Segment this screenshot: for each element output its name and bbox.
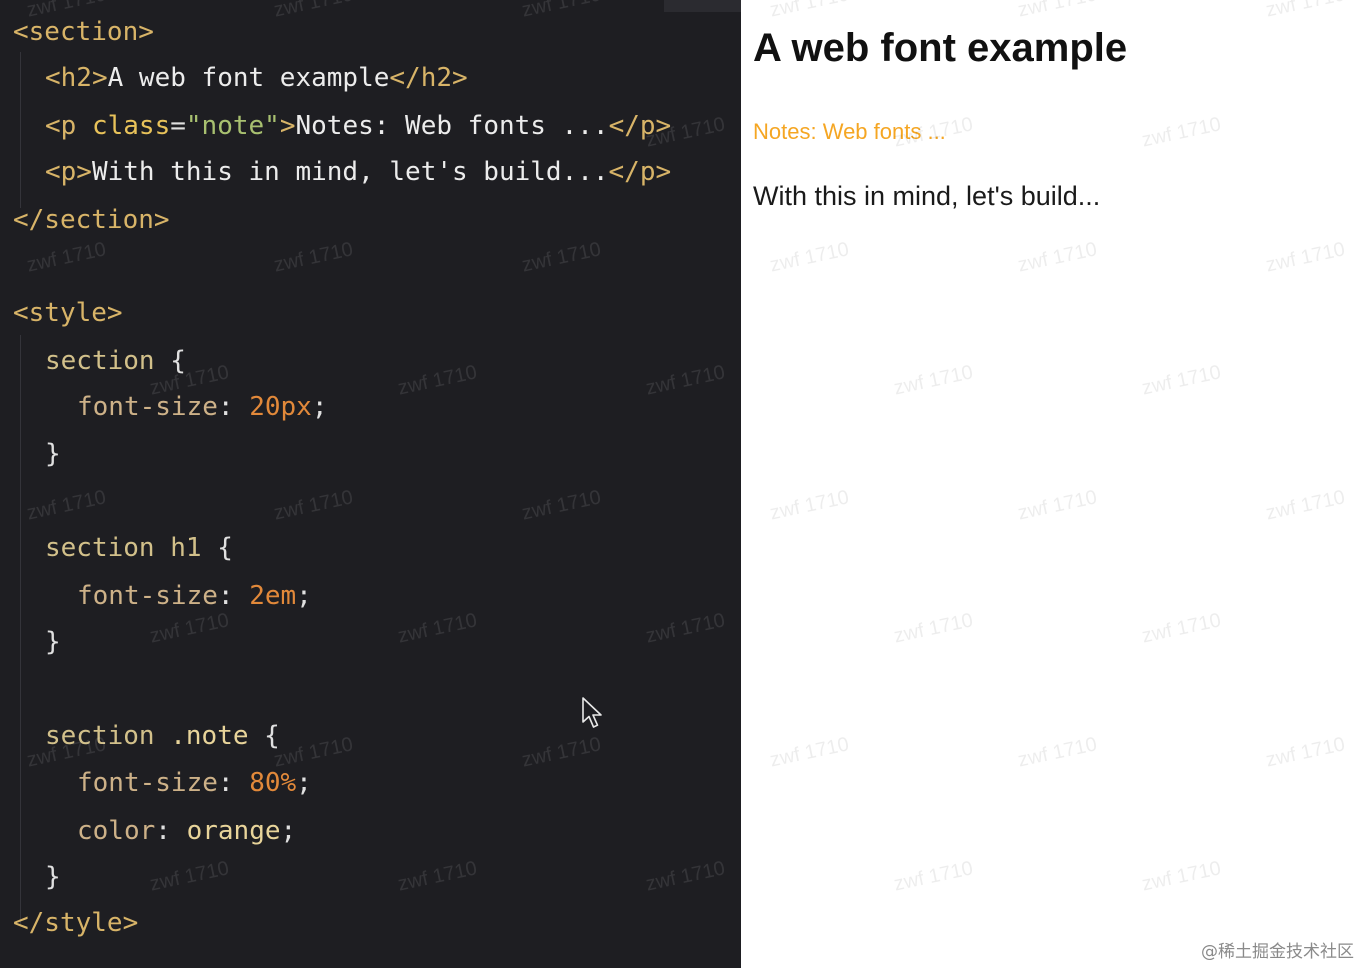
code-line[interactable]: font-size: 80%;	[13, 767, 312, 799]
preview-heading: A web font example	[753, 26, 1128, 70]
code-line[interactable]: section h1 {	[13, 532, 233, 564]
code-token: 80%	[249, 768, 297, 798]
code-token: }	[45, 862, 61, 892]
code-editor[interactable]: <section> <h2>A web font example</h2> <p…	[0, 0, 741, 968]
code-token: }	[45, 439, 61, 469]
code-token: {	[217, 533, 233, 563]
code-line[interactable]: <p class="note">Notes: Web fonts ...</p>	[13, 110, 671, 142]
code-token: :	[155, 816, 187, 846]
code-token: ;	[296, 581, 312, 611]
code-token: {	[170, 346, 186, 376]
code-token: </style>	[13, 908, 139, 938]
code-token: <section>	[13, 17, 154, 47]
code-token: .note	[170, 721, 249, 751]
code-line[interactable]: <p>With this in mind, let's build...</p>	[13, 156, 671, 188]
code-token: font-size	[77, 392, 218, 422]
code-token: </p>	[608, 111, 672, 141]
code-token: <p	[45, 111, 92, 141]
code-token: {	[248, 721, 280, 751]
code-line[interactable]: <section>	[13, 16, 154, 48]
code-line[interactable]: font-size: 2em;	[13, 580, 312, 612]
code-token: ;	[296, 768, 312, 798]
code-line[interactable]: section .note {	[13, 720, 280, 752]
code-token: orange	[186, 816, 281, 846]
code-line[interactable]: <h2>A web font example</h2>	[13, 62, 468, 94]
code-token: section	[45, 721, 171, 751]
code-token: 20px	[249, 392, 312, 422]
code-token: font-size	[77, 581, 218, 611]
editor-tab-strip[interactable]	[664, 0, 741, 12]
code-token: class	[91, 111, 171, 141]
preview-paragraph: With this in mind, let's build...	[753, 181, 1101, 211]
code-token: >	[279, 111, 296, 141]
code-line[interactable]: section {	[13, 345, 186, 377]
code-token: }	[45, 627, 61, 657]
code-token: section	[45, 346, 171, 376]
code-token: 2em	[249, 581, 297, 611]
preview-pane: A web font example Notes: Web fonts ... …	[741, 0, 1362, 968]
code-token: section h1	[45, 533, 218, 563]
code-token: </h2>	[389, 63, 468, 93]
screen: <section> <h2>A web font example</h2> <p…	[0, 0, 1362, 968]
code-token: ;	[280, 816, 297, 846]
code-token: :	[217, 581, 250, 611]
code-line[interactable]: }	[13, 438, 61, 470]
code-token: =	[170, 111, 186, 141]
code-token: ;	[311, 392, 328, 422]
code-token: :	[217, 768, 250, 798]
code-line[interactable]: </section>	[13, 204, 170, 236]
code-token: color	[77, 816, 156, 846]
code-token: Notes: Web fonts ...	[295, 111, 609, 141]
code-token: </p>	[608, 157, 672, 187]
code-line[interactable]: }	[13, 626, 61, 658]
mouse-pointer-icon	[582, 697, 602, 728]
code-line[interactable]: color: orange;	[13, 815, 296, 847]
code-line[interactable]: }	[13, 861, 61, 893]
code-token: A web font example	[107, 63, 390, 93]
code-token: With this in mind, let's build...	[91, 157, 609, 187]
code-token: <p>	[45, 157, 92, 187]
source-credit: @稀土掘金技术社区	[1201, 942, 1354, 962]
code-token: font-size	[77, 768, 218, 798]
code-line[interactable]: <style>	[13, 297, 123, 329]
preview-note: Notes: Web fonts ...	[753, 119, 946, 144]
code-line[interactable]: font-size: 20px;	[13, 391, 327, 423]
code-token: <h2>	[45, 63, 108, 93]
code-token: "note"	[185, 111, 280, 141]
code-token: <style>	[13, 298, 123, 328]
code-token: </section>	[13, 205, 170, 235]
code-line[interactable]: </style>	[13, 907, 138, 939]
code-token: :	[217, 392, 250, 422]
